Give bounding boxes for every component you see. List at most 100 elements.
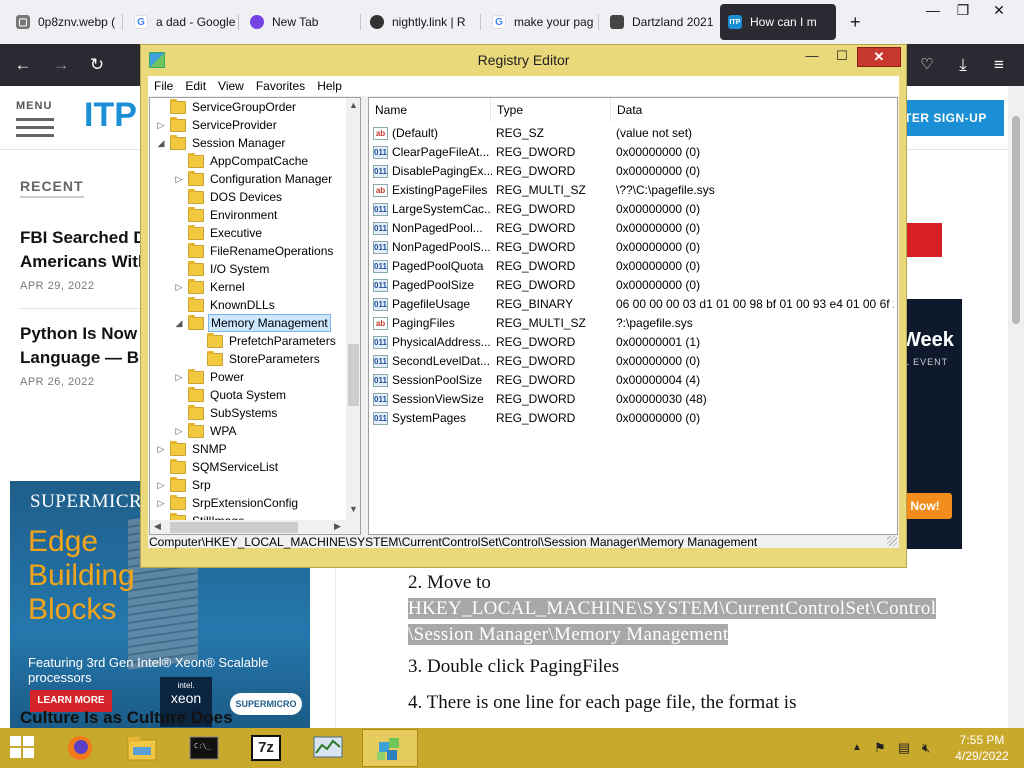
column-header-data[interactable]: Data <box>611 98 897 122</box>
windows-start-icon[interactable] <box>10 736 36 760</box>
registry-value-row[interactable]: 011 SystemPages REG_DWORD 0x00000000 (0) <box>369 409 897 428</box>
expand-arrow-icon[interactable]: ▷ <box>174 368 184 386</box>
newsletter-signup-button[interactable]: TER SIGN-UP <box>890 100 1004 136</box>
minimize-button[interactable]: — <box>797 47 827 67</box>
menu-help[interactable]: Help <box>311 76 348 96</box>
back-arrow-icon[interactable]: ← <box>10 52 36 78</box>
browser-close-button[interactable]: ✕ <box>984 0 1014 22</box>
clock[interactable]: 7:55 PM 4/29/2022 <box>942 732 1022 764</box>
registry-key-tree[interactable]: ServiceGroupOrder ▷ ServiceProvider ◢ Sessio… <box>149 97 361 535</box>
tab-new-tab[interactable]: New Tab <box>242 4 356 40</box>
binary-value-icon: 011 <box>373 241 388 254</box>
expand-arrow-icon[interactable]: ▷ <box>174 278 184 296</box>
network-icon[interactable]: ▤ <box>898 740 910 756</box>
menu-edit[interactable]: Edit <box>179 76 212 96</box>
tab-nightly-link[interactable]: nightly.link | R <box>362 4 476 40</box>
action-center-flag-icon[interactable]: ⚑ <box>874 740 886 756</box>
registry-value-row[interactable]: 011 PhysicalAddress... REG_DWORD 0x00000001… <box>369 333 897 352</box>
browser-maximize-button[interactable]: ❐ <box>948 0 978 22</box>
ad-headline: Edge Building Blocks <box>28 525 135 626</box>
scroll-up-icon[interactable]: ▲ <box>346 100 360 110</box>
close-button[interactable]: ✕ <box>857 47 901 67</box>
download-icon[interactable]: ⤓ <box>950 52 976 78</box>
registry-editor-titlebar[interactable]: Registry Editor — ☐ ✕ <box>141 45 906 75</box>
menu-favorites[interactable]: Favorites <box>250 76 311 96</box>
registry-value-row[interactable]: 011 SessionViewSize REG_DWORD 0x00000030 (4… <box>369 390 897 409</box>
new-tab-button[interactable]: + <box>842 4 872 40</box>
menu-label[interactable]: MENU <box>16 100 52 112</box>
registry-value-row[interactable]: 011 PagedPoolSize REG_DWORD 0x00000000 (0) <box>369 276 897 295</box>
tab-google-make[interactable]: G make your pag <box>484 4 596 40</box>
registry-editor-body: ServiceGroupOrder ▷ ServiceProvider ◢ Sessio… <box>148 96 899 549</box>
registry-value-row[interactable]: ab (Default) REG_SZ (value not set) <box>369 124 897 143</box>
folder-icon <box>188 297 204 312</box>
reload-icon[interactable]: ↻ <box>84 52 110 78</box>
registry-value-row[interactable]: ab PagingFiles REG_MULTI_SZ ?:\pagefile.sys <box>369 314 897 333</box>
menu-file[interactable]: File <box>148 76 179 96</box>
article-title[interactable]: Culture Is as Culture Does <box>20 708 233 728</box>
value-data: 0x00000030 (48) <box>616 392 707 406</box>
maximize-button[interactable]: ☐ <box>829 47 855 67</box>
step-2: 2. Move to <box>408 572 491 593</box>
tree-node-label: AppCompatCache <box>210 154 309 168</box>
tab-image[interactable]: ▢ 0p8znv.webp ( <box>8 4 120 40</box>
tree-node-label: Memory Management <box>208 314 331 332</box>
taskbar-performance-monitor[interactable] <box>300 729 356 767</box>
column-header-type[interactable]: Type <box>491 98 611 122</box>
registry-value-row[interactable]: ab ExistingPageFiles REG_MULTI_SZ \??\C:\pa… <box>369 181 897 200</box>
show-hidden-icons[interactable]: ▲ <box>852 742 862 753</box>
scroll-right-icon[interactable]: ▶ <box>330 521 345 532</box>
registry-value-row[interactable]: 011 SecondLevelDat... REG_DWORD 0x00000000 … <box>369 352 897 371</box>
scrollbar-thumb[interactable] <box>170 522 298 533</box>
tab-dartzland[interactable]: Dartzland 2021 <box>602 4 714 40</box>
taskbar-regedit[interactable] <box>362 729 418 767</box>
column-header-name[interactable]: Name <box>369 98 491 122</box>
scroll-down-icon[interactable]: ▼ <box>346 504 360 514</box>
registry-value-row[interactable]: 011 PagedPoolQuota REG_DWORD 0x00000000 (0) <box>369 257 897 276</box>
registry-value-row[interactable]: 011 SessionPoolSize REG_DWORD 0x00000004 (4… <box>369 371 897 390</box>
registry-value-row[interactable]: 011 LargeSystemCac... REG_DWORD 0x00000000 … <box>369 200 897 219</box>
tree-node-label: Power <box>210 370 245 384</box>
volume-muted-icon[interactable]: 🔇︎ <box>922 740 930 756</box>
forward-arrow-icon[interactable]: → <box>48 52 74 78</box>
binary-value-icon: 011 <box>373 412 388 425</box>
resize-grip-icon[interactable] <box>887 536 897 546</box>
pocket-icon[interactable]: ♡ <box>914 52 940 78</box>
page-scrollbar[interactable] <box>1008 86 1024 728</box>
taskbar-7zip[interactable]: 7z <box>238 729 294 767</box>
value-name: SystemPages <box>392 411 467 425</box>
tree-horizontal-scrollbar[interactable]: ◀ ▶ <box>150 520 360 534</box>
scrollbar-thumb[interactable] <box>1012 116 1020 324</box>
collapse-arrow-icon[interactable]: ◢ <box>174 314 184 332</box>
scroll-left-icon[interactable]: ◀ <box>150 521 165 532</box>
registry-value-row[interactable]: 011 NonPagedPool... REG_DWORD 0x00000000 (0… <box>369 219 897 238</box>
menu-view[interactable]: View <box>212 76 250 96</box>
collapse-arrow-icon[interactable]: ◢ <box>156 134 166 152</box>
tree-vertical-scrollbar[interactable]: ▲ ▼ <box>346 98 360 520</box>
menu-hamburger-icon[interactable] <box>16 118 54 142</box>
tab-active-itpro[interactable]: ITP How can I m <box>720 4 836 40</box>
hamburger-menu-icon[interactable]: ≡ <box>986 52 1012 78</box>
folder-icon <box>188 225 204 240</box>
tree-node-label: Configuration Manager <box>210 172 333 186</box>
registry-value-row[interactable]: 011 PagefileUsage REG_BINARY 06 00 00 00 03… <box>369 295 897 314</box>
registry-values-list[interactable]: Name Type Data ab (Default) REG_SZ (value n… <box>368 97 898 535</box>
scrollbar-thumb[interactable] <box>348 344 359 406</box>
browser-minimize-button[interactable]: — <box>918 0 948 22</box>
expand-arrow-icon[interactable]: ▷ <box>156 440 166 458</box>
expand-arrow-icon[interactable]: ▷ <box>156 494 166 512</box>
registry-value-row[interactable]: 011 ClearPageFileAt... REG_DWORD 0x00000000… <box>369 143 897 162</box>
expand-arrow-icon[interactable]: ▷ <box>174 170 184 188</box>
event-ad-subtitle: L EVENT <box>904 357 949 367</box>
taskbar-command-prompt[interactable]: C:\_ <box>176 729 232 767</box>
registry-value-row[interactable]: 011 DisablePagingEx... REG_DWORD 0x00000000… <box>369 162 897 181</box>
registry-value-row[interactable]: 011 NonPagedPoolS... REG_DWORD 0x00000000 (… <box>369 238 897 257</box>
tab-separator <box>360 14 361 30</box>
taskbar-firefox[interactable] <box>52 729 108 767</box>
expand-arrow-icon[interactable]: ▷ <box>156 476 166 494</box>
taskbar-file-explorer[interactable] <box>114 729 170 767</box>
expand-arrow-icon[interactable]: ▷ <box>156 116 166 134</box>
site-logo[interactable]: ITP <box>84 96 137 135</box>
tab-google-search[interactable]: G a dad - Google <box>126 4 236 40</box>
expand-arrow-icon[interactable]: ▷ <box>174 422 184 440</box>
